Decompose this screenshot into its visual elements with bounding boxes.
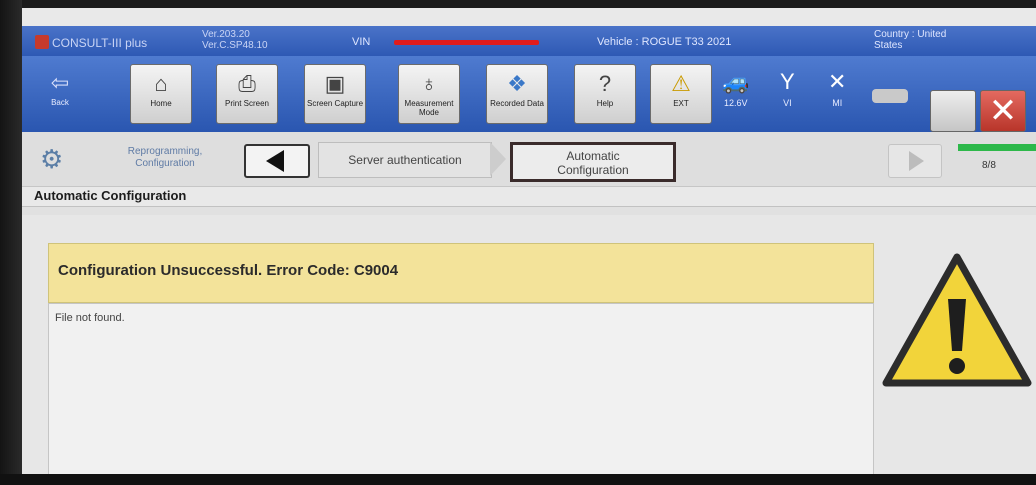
back-label: Back [51, 98, 69, 107]
home-icon: ⌂ [154, 71, 168, 96]
vi-label: VI [783, 98, 792, 108]
step-category-label: Reprogramming, Configuration [127, 146, 203, 169]
vin-redaction-mark [394, 40, 539, 45]
voltage-readout: 12.6V [723, 98, 748, 108]
warning-icon [882, 253, 1032, 387]
photo-frame: CONSULT-III plus Ver.203.20 Ver.C.SP48.1… [0, 0, 1036, 485]
error-banner: Configuration Unsuccessful. Error Code: … [48, 243, 874, 303]
step-server-authentication: Server authentication [318, 142, 492, 178]
battery-status: 🚙 12.6V [722, 69, 750, 109]
monitor-bezel-bottom [0, 474, 1036, 485]
consult-logo-icon [35, 35, 49, 49]
app-name: CONSULT-III plus [52, 36, 148, 50]
reprogramming-icon: ⚙ [40, 144, 64, 174]
help-icon: ? [598, 71, 612, 96]
back-button[interactable]: ⇦ Back [30, 64, 90, 122]
print-screen-label: Print Screen [224, 99, 270, 108]
help-button[interactable]: ? Help [574, 64, 636, 124]
screen-capture-button[interactable]: ▣ Screen Capture [304, 64, 366, 124]
device-status-indicator [872, 89, 908, 103]
warning-triangle-icon: ⚠ [671, 71, 691, 96]
progress-bar [958, 144, 1036, 151]
measurement-mode-label: Measurement Mode [404, 99, 454, 117]
measurement-mode-button[interactable]: ♁ Measurement Mode [398, 64, 460, 124]
version-line-1: Ver.203.20 [202, 29, 250, 40]
section-divider [22, 206, 1036, 215]
monitor-bezel-left [0, 0, 22, 485]
close-button[interactable]: ✕ [980, 90, 1026, 132]
version-info: Ver.203.20 Ver.C.SP48.10 [202, 29, 268, 51]
country-info: Country : United States [874, 29, 946, 51]
close-icon: ✕ [988, 92, 1018, 130]
error-detail-text: File not found. [55, 312, 125, 324]
vin-label: VIN [352, 36, 371, 48]
current-step-line-1: Automatic [566, 149, 620, 163]
previous-step-button[interactable] [244, 144, 310, 178]
application-screen: CONSULT-III plus Ver.203.20 Ver.C.SP48.1… [22, 8, 1036, 474]
vehicle-info: Vehicle : ROGUE T33 2021 [597, 36, 732, 48]
printer-icon: ⎙ [238, 71, 256, 96]
country-line-2: States [874, 40, 903, 51]
error-message: Configuration Unsuccessful. Error Code: … [58, 262, 399, 279]
minimize-button[interactable] [930, 90, 976, 132]
left-arrow-icon [266, 150, 284, 172]
right-arrow-icon [909, 151, 924, 171]
help-label: Help [596, 99, 614, 108]
toolbar: ⇦ Back ⌂ Home ⎙ Print Screen ▣ Screen Ca… [22, 56, 1036, 132]
version-line-2: Ver.C.SP48.10 [202, 40, 268, 51]
recorded-data-button[interactable]: ❖ Recorded Data [486, 64, 548, 124]
mi-status: ✕ MI [828, 69, 847, 109]
next-step-button[interactable] [888, 144, 942, 178]
error-detail-panel[interactable]: File not found. [48, 303, 874, 474]
print-screen-button[interactable]: ⎙ Print Screen [216, 64, 278, 124]
step-arrow-icon [490, 142, 506, 176]
vi-status: Y VI [780, 69, 795, 109]
current-step-line-2: Configuration [557, 163, 629, 177]
country-line-1: Country : United [874, 29, 947, 40]
progress-counter: 8/8 [982, 160, 996, 171]
monitor-bezel-top [0, 0, 1036, 8]
ext-label: EXT [673, 99, 689, 108]
signal-strength-icon: Y [780, 69, 795, 94]
step-automatic-configuration: Automatic Configuration [510, 142, 676, 182]
mi-disconnected-icon: ✕ [828, 69, 847, 94]
mi-label: MI [832, 98, 843, 108]
measurement-icon: ♁ [420, 71, 438, 96]
back-arrow-icon: ⇦ [50, 70, 70, 95]
home-label: Home [150, 99, 172, 108]
recorded-data-icon: ❖ [507, 71, 527, 96]
page-title: Automatic Configuration [34, 188, 187, 203]
car-icon: 🚙 [722, 69, 750, 94]
screen-capture-label: Screen Capture [306, 99, 364, 108]
recorded-data-label: Recorded Data [490, 99, 544, 108]
home-button[interactable]: ⌂ Home [130, 64, 192, 124]
main-content: Configuration Unsuccessful. Error Code: … [22, 215, 1036, 474]
step-navigation: ⚙ Reprogramming, Configuration Server au… [22, 132, 1036, 187]
ext-button[interactable]: ⚠ EXT [650, 64, 712, 124]
camera-icon: ▣ [324, 71, 346, 96]
title-bar: CONSULT-III plus Ver.203.20 Ver.C.SP48.1… [22, 26, 1036, 56]
